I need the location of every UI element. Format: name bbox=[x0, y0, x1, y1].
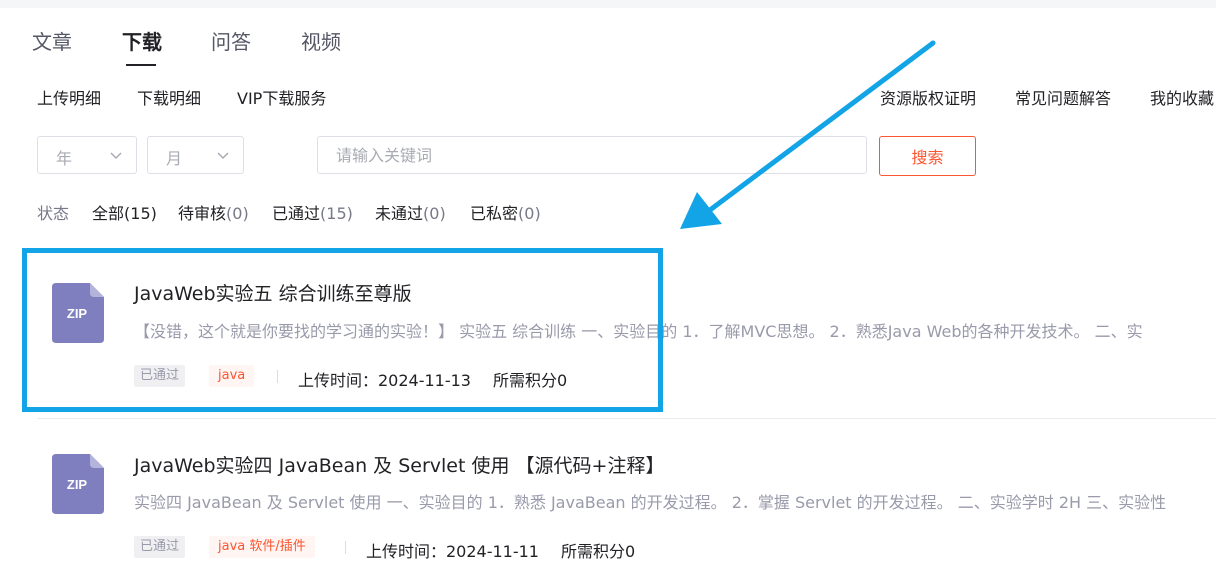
status-count: (0) bbox=[226, 204, 249, 223]
category-tag[interactable]: java 软件/插件 bbox=[209, 536, 315, 558]
required-points: 所需积分0 bbox=[561, 542, 636, 561]
month-select-placeholder: 月 bbox=[166, 149, 183, 168]
upload-time: 上传时间：2024-11-11 bbox=[366, 542, 539, 561]
zip-file-icon: ZIP bbox=[52, 454, 104, 514]
year-select[interactable]: 年 bbox=[37, 136, 137, 174]
status-count: (15) bbox=[124, 204, 157, 223]
status-count: (15) bbox=[320, 204, 353, 223]
subnav-copyright-proof[interactable]: 资源版权证明 bbox=[880, 85, 976, 109]
keyword-search-input[interactable] bbox=[317, 136, 867, 174]
resource-description: 实验四 JavaBean 及 Servlet 使用 一、实验目的 1．熟悉 Ja… bbox=[134, 493, 1167, 512]
tab-videos[interactable]: 视频 bbox=[301, 26, 341, 55]
tab-articles[interactable]: 文章 bbox=[32, 26, 72, 55]
status-filter-rejected[interactable]: 未通过(0) bbox=[375, 200, 446, 224]
status-filter-label: 状态 bbox=[37, 204, 70, 223]
resource-title[interactable]: JavaWeb实验四 JavaBean 及 Servlet 使用 【源代码+注释… bbox=[134, 451, 664, 478]
year-select-placeholder: 年 bbox=[56, 149, 73, 168]
zip-file-icon: ZIP bbox=[52, 283, 104, 343]
status-name: 全部 bbox=[92, 204, 125, 223]
status-name: 待审核 bbox=[178, 204, 227, 223]
zip-icon-label: ZIP bbox=[67, 306, 88, 321]
divider bbox=[345, 541, 346, 554]
status-name: 已私密 bbox=[470, 204, 519, 223]
subnav-download-details[interactable]: 下载明细 bbox=[137, 85, 201, 109]
status-filter-private[interactable]: 已私密(0) bbox=[470, 200, 541, 224]
status-filter-all[interactable]: 全部(15) bbox=[92, 200, 157, 224]
subnav-upload-details[interactable]: 上传明细 bbox=[37, 85, 101, 109]
list-divider bbox=[37, 418, 1216, 419]
tab-qa[interactable]: 问答 bbox=[211, 26, 251, 55]
status-badge: 已通过 bbox=[134, 365, 186, 387]
status-name: 已通过 bbox=[272, 204, 321, 223]
status-filter-pending[interactable]: 待审核(0) bbox=[178, 200, 249, 224]
upload-time: 上传时间：2024-11-13 bbox=[298, 371, 471, 390]
subnav-vip-download[interactable]: VIP下载服务 bbox=[237, 85, 326, 109]
chevron-down-icon bbox=[217, 152, 229, 160]
search-button[interactable]: 搜索 bbox=[879, 136, 976, 176]
resource-title[interactable]: JavaWeb实验五 综合训练至尊版 bbox=[134, 279, 412, 306]
status-name: 未通过 bbox=[375, 204, 424, 223]
status-count: (0) bbox=[518, 204, 541, 223]
status-count: (0) bbox=[423, 204, 446, 223]
active-tab-indicator bbox=[126, 64, 156, 66]
status-badge: 已通过 bbox=[134, 536, 186, 558]
tab-downloads[interactable]: 下载 bbox=[122, 26, 162, 55]
subnav-favorites[interactable]: 我的收藏 bbox=[1150, 85, 1214, 109]
status-filter-approved[interactable]: 已通过(15) bbox=[272, 200, 353, 224]
divider bbox=[277, 370, 278, 383]
required-points: 所需积分0 bbox=[493, 371, 568, 390]
category-tag[interactable]: java bbox=[209, 365, 255, 387]
month-select[interactable]: 月 bbox=[147, 136, 244, 174]
resource-description: 【没错，这个就是你要找的学习通的实验！】 实验五 综合训练 一、实验目的 1．了… bbox=[134, 322, 1143, 341]
chevron-down-icon bbox=[110, 152, 122, 160]
zip-icon-label: ZIP bbox=[67, 477, 88, 492]
subnav-faq[interactable]: 常见问题解答 bbox=[1015, 85, 1111, 109]
